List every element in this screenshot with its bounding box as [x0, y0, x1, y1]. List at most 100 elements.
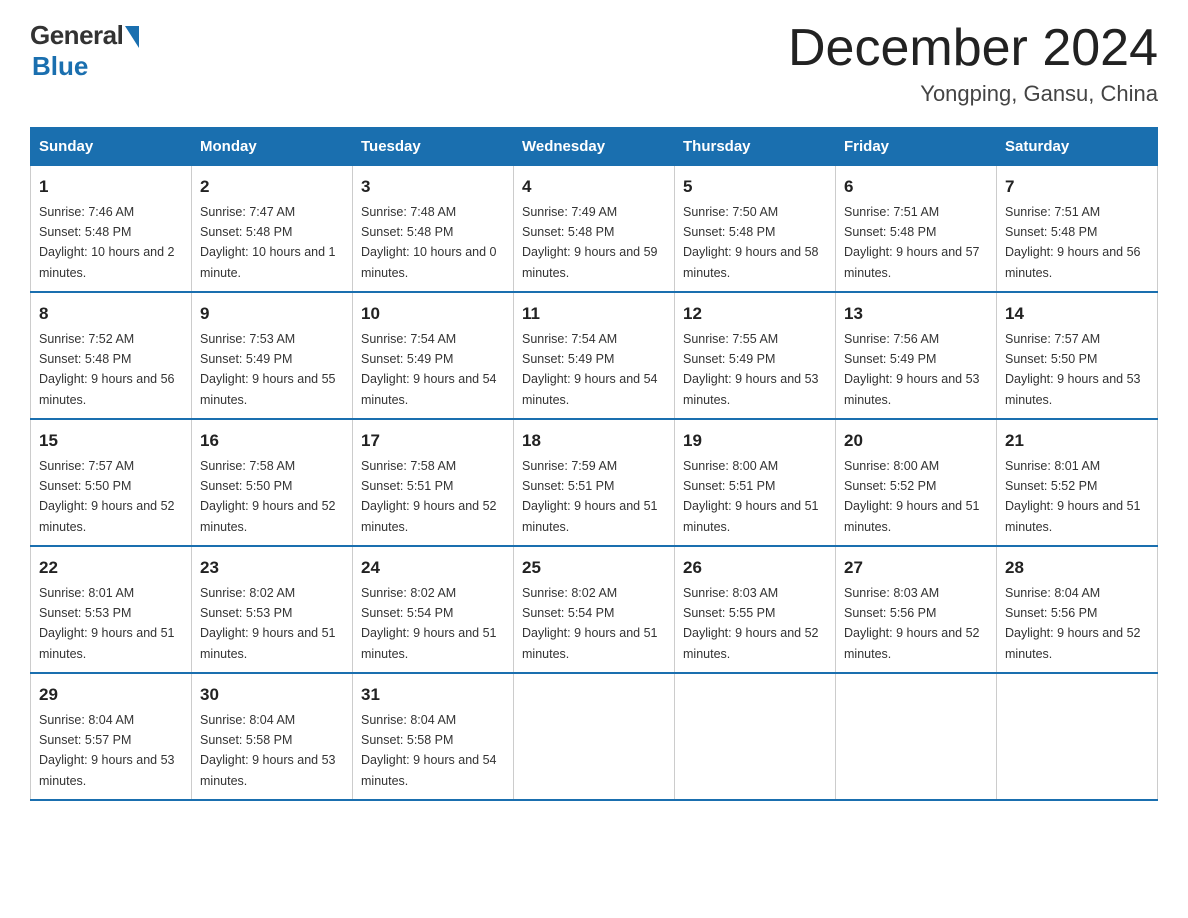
day-info: Sunrise: 7:59 AMSunset: 5:51 PMDaylight:… [522, 459, 658, 534]
day-number: 11 [522, 301, 666, 327]
page-header: General Blue December 2024 Yongping, Gan… [30, 20, 1158, 107]
calendar-header: Sunday Monday Tuesday Wednesday Thursday… [31, 128, 1158, 166]
calendar-row-1: 1 Sunrise: 7:46 AMSunset: 5:48 PMDayligh… [31, 166, 1158, 293]
day-info: Sunrise: 8:04 AMSunset: 5:58 PMDaylight:… [361, 713, 497, 788]
day-info: Sunrise: 8:03 AMSunset: 5:55 PMDaylight:… [683, 586, 819, 661]
day-number: 28 [1005, 555, 1149, 581]
title-block: December 2024 Yongping, Gansu, China [788, 20, 1158, 107]
logo-arrow-icon [125, 26, 139, 48]
calendar-cell: 30 Sunrise: 8:04 AMSunset: 5:58 PMDaylig… [192, 673, 353, 800]
day-info: Sunrise: 7:58 AMSunset: 5:51 PMDaylight:… [361, 459, 497, 534]
day-number: 1 [39, 174, 183, 200]
day-info: Sunrise: 7:46 AMSunset: 5:48 PMDaylight:… [39, 205, 175, 280]
day-number: 7 [1005, 174, 1149, 200]
day-number: 8 [39, 301, 183, 327]
col-friday: Friday [836, 128, 997, 166]
logo[interactable]: General Blue [30, 20, 139, 82]
calendar-row-2: 8 Sunrise: 7:52 AMSunset: 5:48 PMDayligh… [31, 292, 1158, 419]
calendar-cell: 4 Sunrise: 7:49 AMSunset: 5:48 PMDayligh… [514, 166, 675, 293]
calendar-cell: 15 Sunrise: 7:57 AMSunset: 5:50 PMDaylig… [31, 419, 192, 546]
day-info: Sunrise: 7:53 AMSunset: 5:49 PMDaylight:… [200, 332, 336, 407]
calendar-cell: 7 Sunrise: 7:51 AMSunset: 5:48 PMDayligh… [997, 166, 1158, 293]
calendar-cell [997, 673, 1158, 800]
day-number: 22 [39, 555, 183, 581]
day-info: Sunrise: 7:48 AMSunset: 5:48 PMDaylight:… [361, 205, 497, 280]
day-info: Sunrise: 8:02 AMSunset: 5:54 PMDaylight:… [522, 586, 658, 661]
calendar-cell: 14 Sunrise: 7:57 AMSunset: 5:50 PMDaylig… [997, 292, 1158, 419]
day-number: 13 [844, 301, 988, 327]
calendar-cell: 13 Sunrise: 7:56 AMSunset: 5:49 PMDaylig… [836, 292, 997, 419]
day-info: Sunrise: 8:01 AMSunset: 5:53 PMDaylight:… [39, 586, 175, 661]
calendar-cell: 10 Sunrise: 7:54 AMSunset: 5:49 PMDaylig… [353, 292, 514, 419]
calendar-row-3: 15 Sunrise: 7:57 AMSunset: 5:50 PMDaylig… [31, 419, 1158, 546]
day-number: 21 [1005, 428, 1149, 454]
calendar-cell: 21 Sunrise: 8:01 AMSunset: 5:52 PMDaylig… [997, 419, 1158, 546]
calendar-cell: 16 Sunrise: 7:58 AMSunset: 5:50 PMDaylig… [192, 419, 353, 546]
day-number: 12 [683, 301, 827, 327]
day-number: 14 [1005, 301, 1149, 327]
day-info: Sunrise: 8:00 AMSunset: 5:51 PMDaylight:… [683, 459, 819, 534]
day-number: 30 [200, 682, 344, 708]
calendar-cell: 1 Sunrise: 7:46 AMSunset: 5:48 PMDayligh… [31, 166, 192, 293]
day-info: Sunrise: 7:57 AMSunset: 5:50 PMDaylight:… [39, 459, 175, 534]
day-info: Sunrise: 7:55 AMSunset: 5:49 PMDaylight:… [683, 332, 819, 407]
day-number: 27 [844, 555, 988, 581]
day-number: 10 [361, 301, 505, 327]
day-info: Sunrise: 7:56 AMSunset: 5:49 PMDaylight:… [844, 332, 980, 407]
day-number: 17 [361, 428, 505, 454]
day-number: 16 [200, 428, 344, 454]
calendar-cell: 18 Sunrise: 7:59 AMSunset: 5:51 PMDaylig… [514, 419, 675, 546]
calendar-cell: 17 Sunrise: 7:58 AMSunset: 5:51 PMDaylig… [353, 419, 514, 546]
calendar-cell: 22 Sunrise: 8:01 AMSunset: 5:53 PMDaylig… [31, 546, 192, 673]
calendar-cell [675, 673, 836, 800]
calendar-cell: 24 Sunrise: 8:02 AMSunset: 5:54 PMDaylig… [353, 546, 514, 673]
day-info: Sunrise: 8:03 AMSunset: 5:56 PMDaylight:… [844, 586, 980, 661]
calendar-cell: 20 Sunrise: 8:00 AMSunset: 5:52 PMDaylig… [836, 419, 997, 546]
header-row: Sunday Monday Tuesday Wednesday Thursday… [31, 128, 1158, 166]
calendar-cell: 2 Sunrise: 7:47 AMSunset: 5:48 PMDayligh… [192, 166, 353, 293]
day-info: Sunrise: 7:51 AMSunset: 5:48 PMDaylight:… [1005, 205, 1141, 280]
calendar-cell: 28 Sunrise: 8:04 AMSunset: 5:56 PMDaylig… [997, 546, 1158, 673]
day-info: Sunrise: 7:50 AMSunset: 5:48 PMDaylight:… [683, 205, 819, 280]
day-number: 24 [361, 555, 505, 581]
logo-general-text: General [30, 20, 123, 51]
day-number: 5 [683, 174, 827, 200]
col-wednesday: Wednesday [514, 128, 675, 166]
day-info: Sunrise: 8:01 AMSunset: 5:52 PMDaylight:… [1005, 459, 1141, 534]
calendar-body: 1 Sunrise: 7:46 AMSunset: 5:48 PMDayligh… [31, 166, 1158, 801]
calendar-table: Sunday Monday Tuesday Wednesday Thursday… [30, 127, 1158, 801]
calendar-title: December 2024 [788, 20, 1158, 77]
day-number: 20 [844, 428, 988, 454]
day-info: Sunrise: 7:58 AMSunset: 5:50 PMDaylight:… [200, 459, 336, 534]
day-number: 4 [522, 174, 666, 200]
col-monday: Monday [192, 128, 353, 166]
day-info: Sunrise: 7:54 AMSunset: 5:49 PMDaylight:… [522, 332, 658, 407]
day-info: Sunrise: 7:47 AMSunset: 5:48 PMDaylight:… [200, 205, 336, 280]
calendar-subtitle: Yongping, Gansu, China [788, 81, 1158, 107]
calendar-cell: 31 Sunrise: 8:04 AMSunset: 5:58 PMDaylig… [353, 673, 514, 800]
calendar-cell: 6 Sunrise: 7:51 AMSunset: 5:48 PMDayligh… [836, 166, 997, 293]
calendar-cell: 23 Sunrise: 8:02 AMSunset: 5:53 PMDaylig… [192, 546, 353, 673]
calendar-row-4: 22 Sunrise: 8:01 AMSunset: 5:53 PMDaylig… [31, 546, 1158, 673]
day-number: 26 [683, 555, 827, 581]
day-number: 19 [683, 428, 827, 454]
day-number: 15 [39, 428, 183, 454]
day-info: Sunrise: 8:00 AMSunset: 5:52 PMDaylight:… [844, 459, 980, 534]
day-info: Sunrise: 7:52 AMSunset: 5:48 PMDaylight:… [39, 332, 175, 407]
day-info: Sunrise: 8:04 AMSunset: 5:58 PMDaylight:… [200, 713, 336, 788]
col-thursday: Thursday [675, 128, 836, 166]
calendar-cell: 26 Sunrise: 8:03 AMSunset: 5:55 PMDaylig… [675, 546, 836, 673]
calendar-cell: 19 Sunrise: 8:00 AMSunset: 5:51 PMDaylig… [675, 419, 836, 546]
calendar-cell: 25 Sunrise: 8:02 AMSunset: 5:54 PMDaylig… [514, 546, 675, 673]
day-number: 3 [361, 174, 505, 200]
day-number: 18 [522, 428, 666, 454]
day-info: Sunrise: 7:54 AMSunset: 5:49 PMDaylight:… [361, 332, 497, 407]
day-info: Sunrise: 8:04 AMSunset: 5:56 PMDaylight:… [1005, 586, 1141, 661]
calendar-cell: 11 Sunrise: 7:54 AMSunset: 5:49 PMDaylig… [514, 292, 675, 419]
col-saturday: Saturday [997, 128, 1158, 166]
logo-blue-text: Blue [32, 51, 88, 82]
calendar-cell [514, 673, 675, 800]
calendar-cell: 5 Sunrise: 7:50 AMSunset: 5:48 PMDayligh… [675, 166, 836, 293]
day-info: Sunrise: 8:02 AMSunset: 5:53 PMDaylight:… [200, 586, 336, 661]
day-number: 2 [200, 174, 344, 200]
